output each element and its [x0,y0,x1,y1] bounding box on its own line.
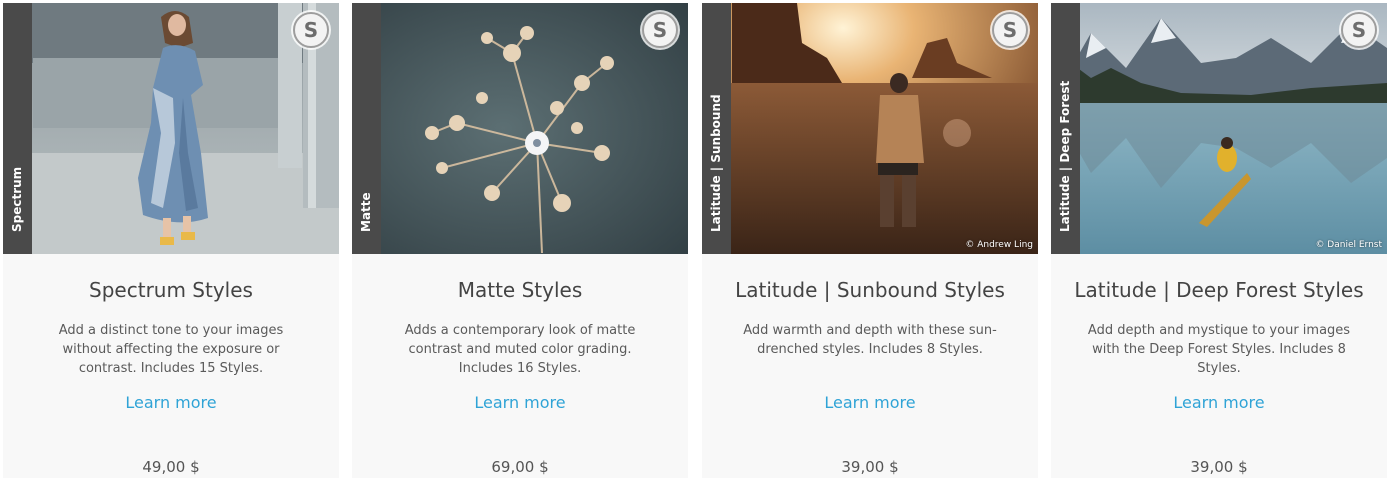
product-title: Latitude | Deep Forest Styles [1074,278,1364,302]
product-price: 39,00 $ [841,458,899,476]
product-card-latitude-deep-forest: Latitude | Deep Forest S © Daniel Ernst … [1051,3,1387,478]
product-image-latitude-deep-forest[interactable]: Latitude | Deep Forest S © Daniel Ernst [1051,3,1387,254]
photo-credit: © Daniel Ernst [1315,240,1382,250]
style-category-label: Spectrum [10,166,24,232]
styles-badge-icon: S [293,12,329,48]
photo-woman-in-floral-dress [3,3,339,254]
learn-more-link[interactable]: Learn more [1051,393,1387,412]
product-description: Add depth and mystique to your images wi… [1087,323,1351,376]
style-category-label: Matte [359,192,373,232]
style-category-tab: Spectrum [3,3,32,254]
product-image-matte[interactable]: Matte S [352,3,688,254]
product-image-spectrum[interactable]: Spectrum S [3,3,339,254]
product-title: Matte Styles [457,278,583,302]
photo-lake-canoe [1051,3,1387,254]
photo-credit: © Andrew Ling [965,240,1033,250]
product-card-matte: Matte S Matte Styles Adds a contemporary… [352,3,688,478]
product-description: Adds a contemporary look of matte contra… [404,323,636,376]
product-card-latitude-sunbound: Latitude | Sunbound S © Andrew Ling Lati… [702,3,1038,478]
learn-more-link[interactable]: Learn more [3,393,339,412]
style-category-tab: Matte [352,3,381,254]
learn-more-link[interactable]: Learn more [702,393,1038,412]
product-card-spectrum: Spectrum S Spectrum Styles Add a distinc… [3,3,339,478]
product-price: 39,00 $ [1190,458,1248,476]
product-title: Latitude | Sunbound Styles [735,278,1005,302]
photo-desert-hiker [702,3,1038,254]
product-price: 69,00 $ [491,458,549,476]
style-category-tab: Latitude | Sunbound [702,3,731,254]
style-category-tab: Latitude | Deep Forest [1051,3,1080,254]
product-price: 49,00 $ [142,458,200,476]
product-image-latitude-sunbound[interactable]: Latitude | Sunbound S © Andrew Ling [702,3,1038,254]
style-category-label: Latitude | Sunbound [709,94,723,232]
product-grid: Spectrum S Spectrum Styles Add a distinc… [0,0,1392,478]
styles-badge-icon: S [992,12,1028,48]
learn-more-link[interactable]: Learn more [352,393,688,412]
product-description: Add warmth and depth with these sun-dren… [743,323,997,357]
product-title: Spectrum Styles [89,278,253,302]
style-category-label: Latitude | Deep Forest [1058,80,1072,232]
styles-badge-icon: S [1341,12,1377,48]
styles-badge-icon: S [642,12,678,48]
photo-dried-flower [352,3,688,254]
product-description: Add a distinct tone to your images witho… [58,323,284,376]
